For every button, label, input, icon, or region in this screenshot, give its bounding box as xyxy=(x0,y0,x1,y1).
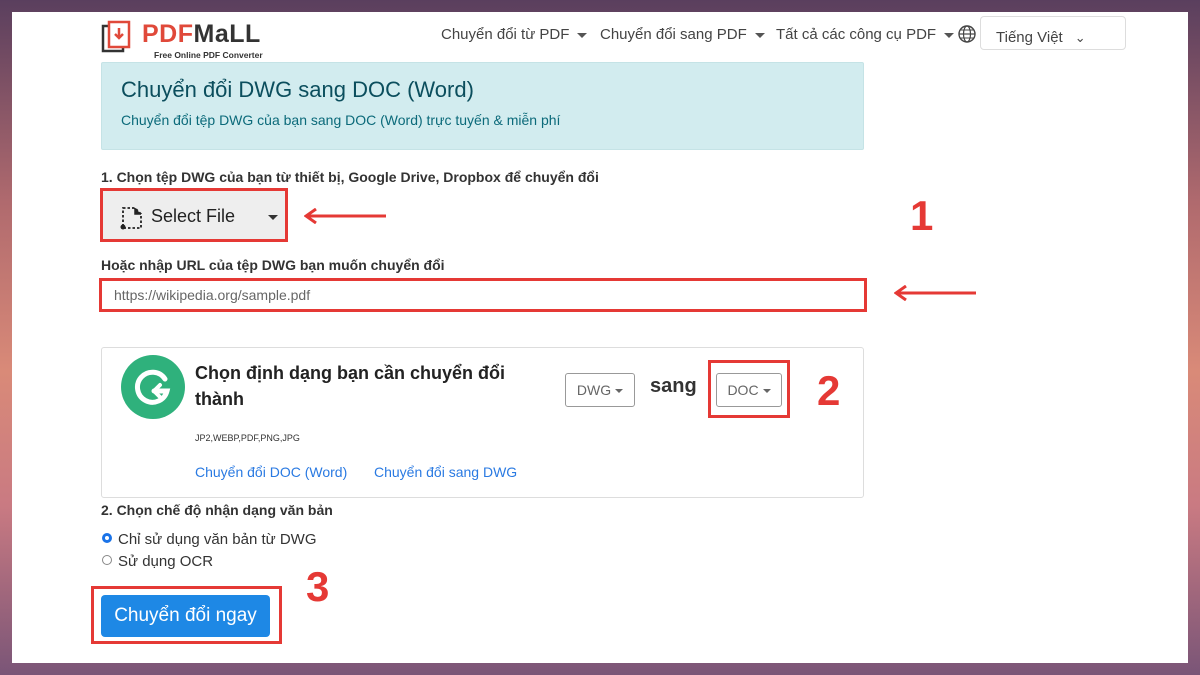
annotation-arrow-2 xyxy=(894,285,976,301)
logo-document-icon xyxy=(101,20,131,53)
page-panel: PDFMaLL Free Online PDF Converter Chuyển… xyxy=(12,12,1188,663)
select-file-label: Select File xyxy=(151,206,236,226)
pdfmall-logo[interactable]: PDFMaLL Free Online PDF Converter xyxy=(100,18,300,60)
target-format-dropdown[interactable]: DOC xyxy=(716,373,782,407)
page-subtitle: Chuyển đổi tệp DWG của bạn sang DOC (Wor… xyxy=(121,112,561,128)
select-file-button[interactable]: Select File xyxy=(100,188,288,242)
g-arrow-icon xyxy=(134,369,171,405)
file-url-input[interactable] xyxy=(99,278,867,312)
language-select[interactable]: Tiếng Việt ⌄ xyxy=(980,16,1126,50)
nav-item-label: Tất cả các công cụ PDF xyxy=(776,26,937,43)
step1-label: 1. Chọn tệp DWG của bạn từ thiết bị, Goo… xyxy=(101,169,599,185)
file-upload-icon xyxy=(120,207,142,230)
converter-logo-icon xyxy=(121,355,185,419)
radio-selected[interactable] xyxy=(102,533,112,543)
caret-down-icon xyxy=(577,32,588,38)
annotation-arrow-1 xyxy=(304,208,386,224)
logo-mall: MaLL xyxy=(193,20,261,48)
chevron-down-icon: ⌄ xyxy=(1074,30,1086,45)
radio-option-ocr[interactable]: Sử dụng OCR xyxy=(102,553,213,570)
radio-unselected[interactable] xyxy=(102,555,112,565)
step2-label: 2. Chọn chế độ nhận dạng văn bản xyxy=(101,502,333,518)
radio-option-text-only[interactable]: Chỉ sử dụng văn bản từ DWG xyxy=(102,531,317,548)
annotation-number-1: 1 xyxy=(910,192,934,239)
language-value: Tiếng Việt xyxy=(996,29,1063,46)
radio-label: Sử dụng OCR xyxy=(118,553,214,570)
nav-convert-to-pdf[interactable]: Chuyển đổi sang PDF xyxy=(600,26,765,43)
page-banner: Chuyển đổi DWG sang DOC (Word) Chuyển đổ… xyxy=(101,62,864,150)
link-convert-to-dwg[interactable]: Chuyển đổi sang DWG xyxy=(374,464,517,480)
caret-down-icon xyxy=(268,215,278,220)
annotation-number-3: 3 xyxy=(306,563,330,610)
caret-down-icon xyxy=(615,389,624,394)
format-card: Chọn định dạng bạn cần chuyển đổi thành … xyxy=(101,347,864,498)
format-connector: sang xyxy=(650,375,697,397)
nav-item-label: Chuyển đổi từ PDF xyxy=(441,26,570,43)
logo-tagline: Free Online PDF Converter xyxy=(154,50,263,60)
target-format-value: DOC xyxy=(727,382,759,398)
logo-pdf: PDF xyxy=(142,20,194,48)
nav-item-label: Chuyển đổi sang PDF xyxy=(600,26,747,43)
logo-wordmark: PDFMaLL xyxy=(142,20,261,49)
convert-now-button[interactable]: Chuyển đổi ngay xyxy=(101,595,270,637)
nav-convert-from-pdf[interactable]: Chuyển đổi từ PDF xyxy=(441,26,588,43)
url-label: Hoặc nhập URL của tệp DWG bạn muốn chuyể… xyxy=(101,257,445,273)
page-title: Chuyển đổi DWG sang DOC (Word) xyxy=(121,77,474,102)
radio-label: Chỉ sử dụng văn bản từ DWG xyxy=(118,531,317,548)
format-list: JP2,WEBP,PDF,PNG,JPG xyxy=(195,433,300,443)
caret-down-icon xyxy=(944,32,955,38)
annotation-number-2: 2 xyxy=(817,367,841,414)
format-card-title: Chọn định dạng bạn cần chuyển đổi thành xyxy=(195,363,505,409)
caret-down-icon xyxy=(754,32,765,38)
caret-down-icon xyxy=(762,389,771,394)
nav-all-pdf-tools[interactable]: Tất cả các công cụ PDF xyxy=(776,26,955,43)
link-convert-doc[interactable]: Chuyển đổi DOC (Word) xyxy=(195,464,347,480)
source-format-value: DWG xyxy=(576,382,612,398)
source-format-dropdown[interactable]: DWG xyxy=(565,373,635,407)
globe-icon xyxy=(958,25,976,43)
